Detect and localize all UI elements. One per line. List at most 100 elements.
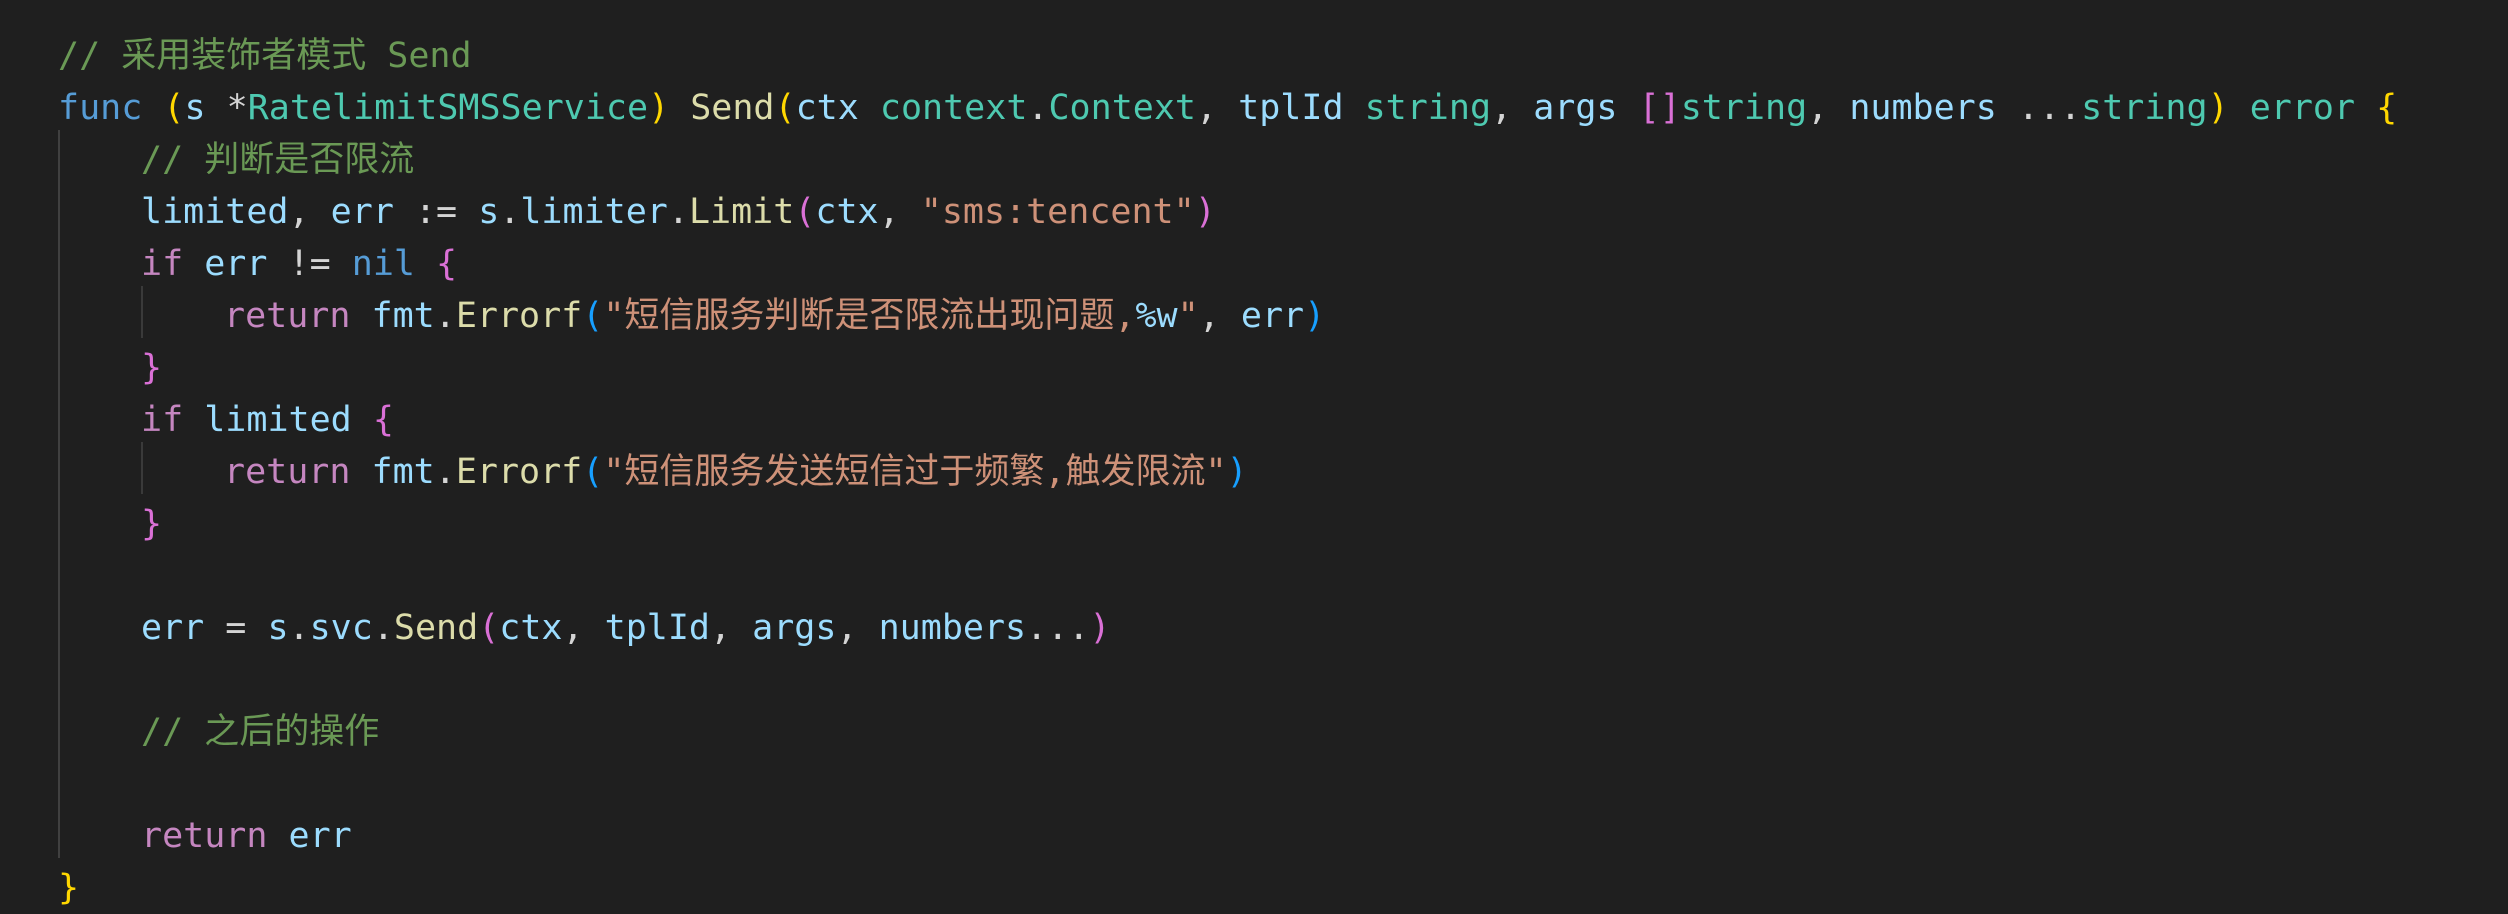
code-token: ... — [1996, 88, 2082, 128]
code-token: limiter — [520, 192, 668, 232]
code-line[interactable]: err = s.svc.Send(ctx, tplId, args, numbe… — [141, 602, 1110, 654]
code-token: Errorf — [455, 452, 583, 492]
code-token: // 判断是否限流 — [141, 140, 415, 180]
code-token: Send — [690, 88, 775, 128]
code-token: ctx — [815, 192, 879, 232]
code-token: fmt — [371, 296, 435, 336]
code-line[interactable]: limited, err := s.limiter.Limit(ctx, "sm… — [141, 186, 1216, 238]
code-token: ctx — [499, 608, 563, 648]
code-token: ) — [2207, 88, 2229, 128]
code-token: ( — [582, 296, 604, 336]
code-token: , — [836, 608, 879, 648]
code-token: ... — [1026, 608, 1090, 648]
code-token: err — [141, 608, 205, 648]
code-token: . — [434, 296, 456, 336]
code-token: numbers — [1849, 88, 1997, 128]
code-token: s — [267, 608, 289, 648]
code-token: string — [1680, 88, 1808, 128]
code-token: %w — [1135, 296, 1178, 336]
code-token: string — [2081, 88, 2208, 128]
code-token: . — [499, 192, 521, 232]
code-token: , — [878, 192, 921, 232]
code-line[interactable]: return fmt.Errorf("短信服务发送短信过于频繁,触发限流") — [224, 446, 1248, 498]
code-token: Limit — [688, 192, 795, 232]
code-line[interactable]: return err — [141, 810, 352, 862]
code-line[interactable]: if limited { — [141, 394, 394, 446]
code-token: { — [372, 400, 394, 440]
code-token: . — [372, 608, 394, 648]
code-line[interactable]: // 判断是否限流 — [141, 134, 414, 186]
code-token: // 采用装饰者模式 Send — [58, 36, 472, 76]
code-token: Context — [1048, 88, 1196, 128]
code-line[interactable]: // 之后的操作 — [141, 706, 379, 758]
code-token: ( — [794, 192, 816, 232]
indent-guide-if-limited-block — [141, 442, 143, 494]
code-line[interactable]: return fmt.Errorf("短信服务判断是否限流出现问题,%w", e… — [224, 290, 1325, 342]
code-token: , — [1491, 88, 1534, 128]
code-token: Send — [393, 608, 479, 648]
code-token: ( — [582, 452, 604, 492]
code-line[interactable]: func (s *RatelimitSMSService) Send(ctx c… — [58, 82, 2397, 134]
code-token: ) — [1194, 192, 1216, 232]
code-token: RatelimitSMSService — [247, 88, 649, 128]
code-token: args — [1533, 88, 1618, 128]
code-token: fmt — [371, 452, 435, 492]
code-token: tplId — [604, 608, 710, 648]
code-token: ( — [774, 88, 796, 128]
code-editor[interactable]: // 采用装饰者模式 Send func (s *RatelimitSMSServ… — [0, 0, 2508, 912]
code-token: . — [288, 608, 310, 648]
code-line[interactable]: } — [141, 498, 162, 550]
code-line[interactable]: } — [58, 862, 79, 914]
code-token: if — [141, 244, 184, 284]
code-token: = — [204, 608, 268, 648]
code-token: , — [562, 608, 605, 648]
code-token: string — [1364, 88, 1492, 128]
code-token: ctx — [795, 88, 859, 128]
code-token: err — [330, 192, 394, 232]
code-token: , — [1196, 88, 1239, 128]
code-line[interactable]: } — [141, 342, 162, 394]
code-token: error — [2249, 88, 2356, 128]
code-token: ( — [478, 608, 500, 648]
code-token: := — [393, 192, 479, 232]
code-token: . — [434, 452, 456, 492]
code-token: s — [478, 192, 500, 232]
code-token: { — [436, 244, 458, 284]
code-line[interactable]: // 采用装饰者模式 Send — [58, 30, 472, 82]
code-token: numbers — [878, 608, 1027, 648]
code-token: limited — [141, 192, 289, 232]
code-line[interactable]: if err != nil { — [141, 238, 457, 290]
code-token: , — [710, 608, 753, 648]
code-token: ) — [648, 88, 670, 128]
code-token: } — [141, 504, 163, 544]
code-token: return — [224, 452, 351, 492]
code-token: return — [141, 816, 268, 856]
code-token: , — [1198, 296, 1241, 336]
code-token: , — [1807, 88, 1850, 128]
code-token: } — [58, 868, 80, 908]
code-token: ) — [1304, 296, 1326, 336]
code-token: err — [288, 816, 352, 856]
code-token: "短信服务判断是否限流出现问题, — [603, 296, 1136, 336]
code-token: args — [752, 608, 837, 648]
code-token: * — [205, 88, 248, 128]
code-token: context — [879, 88, 1028, 128]
code-token: svc — [309, 608, 373, 648]
code-token: tplId — [1238, 88, 1344, 128]
indent-guide-func-body — [58, 130, 60, 858]
code-token: " — [1177, 296, 1199, 336]
code-token: // 之后的操作 — [141, 712, 380, 752]
code-token: "sms:tencent" — [920, 192, 1195, 232]
code-token: s — [184, 88, 206, 128]
